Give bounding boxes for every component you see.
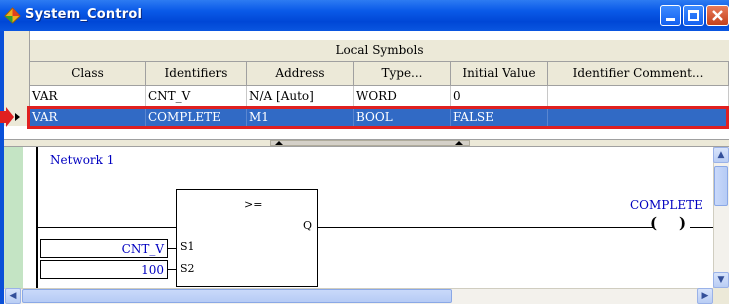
- coil-left-bracket: (: [650, 214, 658, 232]
- input-pin-s2: S2: [180, 262, 195, 275]
- cell-address[interactable]: N/A [Auto]: [247, 86, 354, 107]
- chevron-up-icon: [455, 141, 463, 145]
- operand-s2-field[interactable]: 100: [40, 260, 168, 279]
- system-control-window: System_Control Local Symbols Class Ident…: [0, 0, 729, 304]
- scroll-corner: [713, 288, 729, 304]
- column-header-identifiers[interactable]: Identifiers: [146, 62, 247, 86]
- maximize-icon: [688, 10, 699, 21]
- rung-wire-end: [690, 227, 713, 228]
- chevron-down-icon: [275, 141, 283, 145]
- network-label: Network 1: [50, 153, 115, 167]
- horizontal-scroll-thumb[interactable]: [22, 289, 452, 303]
- compare-operator: >=: [244, 198, 263, 211]
- scroll-right-button[interactable]: ▶: [697, 288, 713, 304]
- maximize-button[interactable]: [683, 5, 704, 26]
- rung-wire-in: [38, 227, 176, 228]
- cell-initial-value[interactable]: 0: [451, 86, 548, 107]
- output-pin-q: Q: [303, 219, 313, 232]
- close-icon: [712, 10, 723, 21]
- column-header-class[interactable]: Class: [30, 62, 146, 86]
- close-button[interactable]: [706, 5, 729, 26]
- cell-class[interactable]: VAR: [30, 86, 146, 107]
- scroll-down-button[interactable]: ▼: [713, 272, 729, 288]
- app-icon: [4, 7, 21, 24]
- cell-type[interactable]: WORD: [354, 86, 451, 107]
- cell-comment[interactable]: [548, 86, 729, 107]
- window-title: System_Control: [25, 7, 143, 22]
- scroll-up-button[interactable]: ▲: [713, 147, 729, 163]
- rung-wire-out: [318, 227, 654, 228]
- power-rail: [36, 147, 38, 288]
- column-header-address[interactable]: Address: [247, 62, 354, 86]
- coil-label[interactable]: COMPLETE: [630, 198, 703, 212]
- scroll-left-button[interactable]: ◀: [5, 288, 21, 304]
- cell-identifier[interactable]: CNT_V: [146, 86, 247, 107]
- minimize-button[interactable]: [660, 5, 681, 26]
- column-header-initial-value[interactable]: Initial Value: [451, 62, 548, 86]
- coil-right-bracket: ): [679, 214, 687, 232]
- splitter-grip[interactable]: [270, 140, 470, 146]
- left-rail-margin: [4, 147, 23, 288]
- s1-wire: [168, 248, 176, 249]
- local-symbols-caption: Local Symbols: [30, 40, 729, 62]
- vertical-scroll-thumb[interactable]: [714, 166, 728, 206]
- minimize-icon: [666, 18, 675, 21]
- operand-s1-field[interactable]: CNT_V: [40, 239, 168, 258]
- red-arrow-icon: [0, 107, 14, 127]
- column-header-identifier-comment[interactable]: Identifier Comment...: [548, 62, 729, 86]
- selection-highlight: [27, 106, 729, 129]
- input-pin-s1: S1: [180, 240, 195, 253]
- s2-wire: [168, 269, 176, 270]
- column-header-type[interactable]: Type...: [354, 62, 451, 86]
